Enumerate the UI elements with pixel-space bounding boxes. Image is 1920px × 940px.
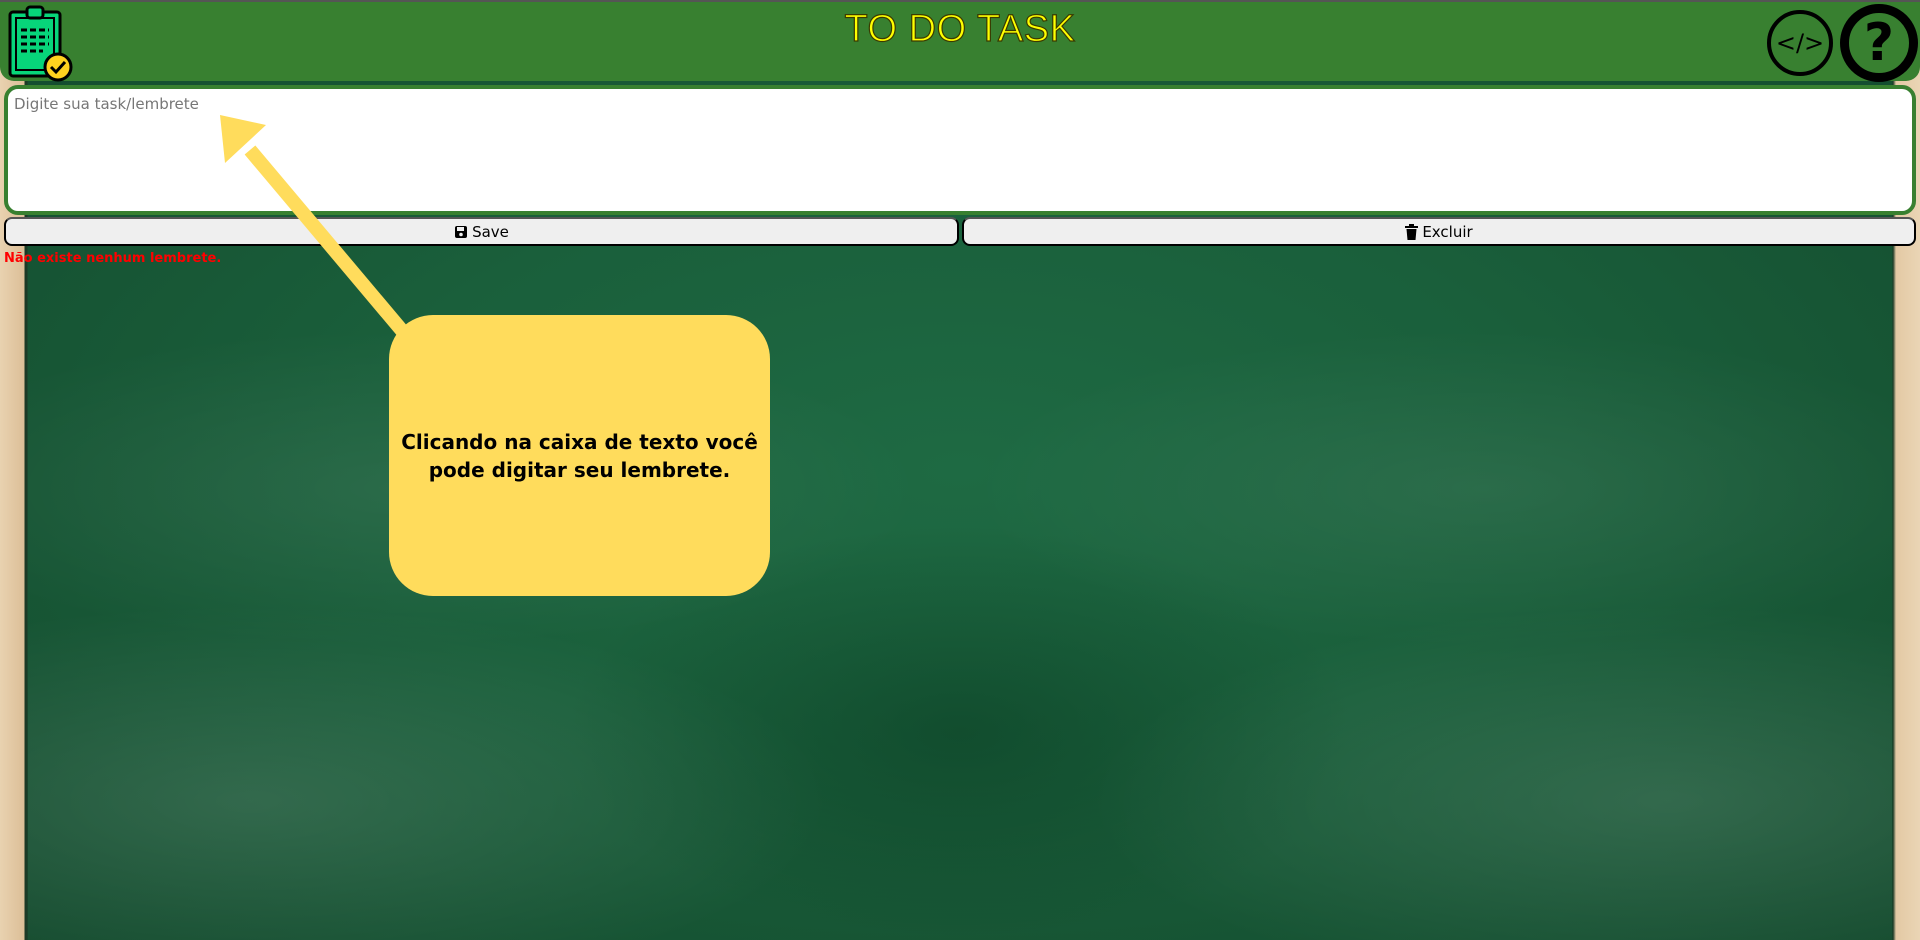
onboarding-tooltip: Clicando na caixa de texto você pode dig… [389, 315, 770, 596]
tooltip-arrow-icon [220, 115, 410, 338]
tooltip-text: Clicando na caixa de texto você pode dig… [401, 429, 758, 482]
